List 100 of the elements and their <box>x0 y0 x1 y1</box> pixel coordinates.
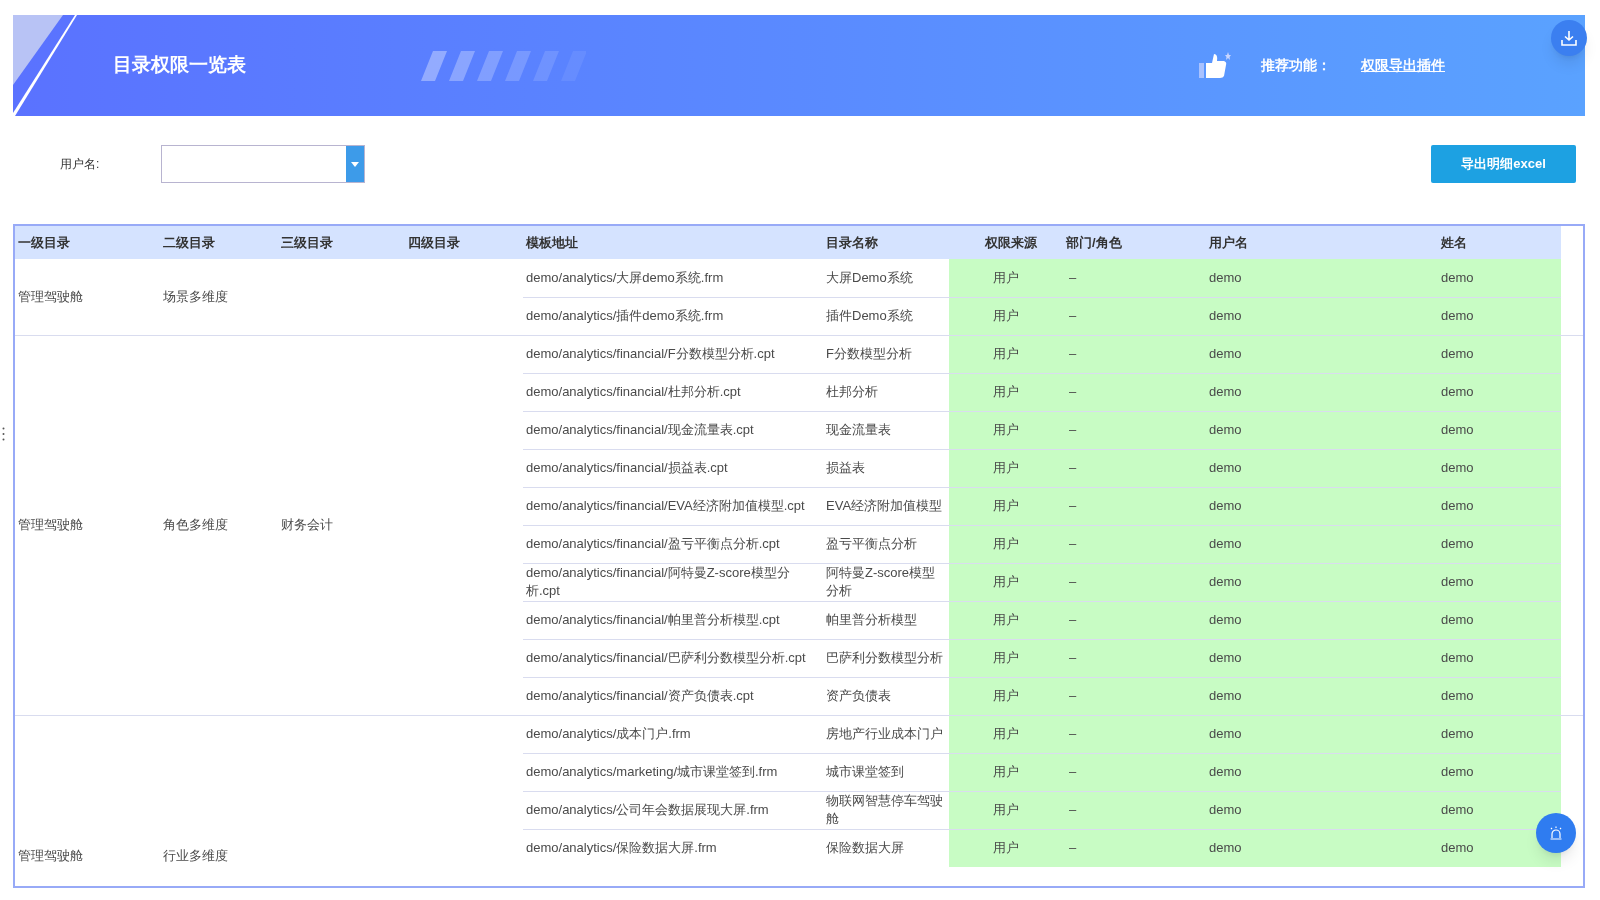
template-path-cell: demo/analytics/financial/盈亏平衡点分析.cpt <box>526 536 780 551</box>
directory-name-cell: 房地产行业成本门户 <box>826 726 943 741</box>
department-cell: – <box>1069 612 1077 627</box>
username-cell: demo <box>1209 422 1242 437</box>
export-button[interactable]: 导出明细excel <box>1431 145 1576 183</box>
username-cell: demo <box>1209 688 1242 703</box>
column-header: 权限来源 <box>949 226 1063 259</box>
column-header: 三级目录 <box>269 226 396 259</box>
username-cell: demo <box>1209 840 1242 856</box>
level1-cell: 管理驾驶舱 <box>18 517 83 532</box>
department-cell: – <box>1069 650 1077 665</box>
full-name-cell: demo <box>1441 269 1474 285</box>
full-name-cell: demo <box>1441 612 1474 627</box>
username-cell: demo <box>1209 384 1242 399</box>
page-title: 目录权限一览表 <box>113 53 246 78</box>
level2-cell: 场景多维度 <box>163 288 228 304</box>
username-cell: demo <box>1209 498 1242 513</box>
full-name-cell: demo <box>1441 498 1474 513</box>
full-name-cell: demo <box>1441 802 1474 817</box>
drag-handle-icon <box>2 427 5 441</box>
department-cell: – <box>1069 346 1077 361</box>
username-select[interactable] <box>161 145 365 183</box>
department-cell: – <box>1069 574 1077 589</box>
directory-name-cell: 损益表 <box>826 460 865 475</box>
download-button[interactable] <box>1551 20 1587 56</box>
level2-cell: 角色多维度 <box>163 517 228 532</box>
full-name-cell: demo <box>1441 346 1474 361</box>
source-cell: 用户 <box>993 422 1019 437</box>
full-name-cell: demo <box>1441 384 1474 399</box>
username-cell: demo <box>1209 460 1242 475</box>
department-cell: – <box>1069 688 1077 703</box>
department-cell: – <box>1069 269 1077 285</box>
username-cell: demo <box>1209 308 1242 323</box>
template-path-cell: demo/analytics/financial/帕里普分析模型.cpt <box>526 612 780 627</box>
corner-decoration-icon <box>13 15 77 116</box>
full-name-cell: demo <box>1441 726 1474 741</box>
department-cell: – <box>1069 384 1077 399</box>
department-cell: – <box>1069 536 1077 551</box>
source-cell: 用户 <box>993 308 1019 323</box>
department-cell: – <box>1069 460 1077 475</box>
directory-name-cell: 帕里普分析模型 <box>826 612 917 627</box>
username-cell: demo <box>1209 802 1242 817</box>
full-name-cell: demo <box>1441 764 1474 779</box>
full-name-cell: demo <box>1441 650 1474 665</box>
source-cell: 用户 <box>993 764 1019 779</box>
template-path-cell: demo/analytics/financial/杜邦分析.cpt <box>526 384 741 399</box>
department-cell: – <box>1069 802 1077 817</box>
template-path-cell: demo/analytics/financial/EVA经济附加值模型.cpt <box>526 498 805 513</box>
username-cell: demo <box>1209 574 1242 589</box>
department-cell: – <box>1069 498 1077 513</box>
source-cell: 用户 <box>993 536 1019 551</box>
caret-icon <box>351 161 359 167</box>
username-cell: demo <box>1209 346 1242 361</box>
column-header: 二级目录 <box>151 226 269 259</box>
level1-cell: 管理驾驶舱 <box>18 848 83 863</box>
alarm-button[interactable] <box>1536 813 1576 853</box>
directory-name-cell: 阿特曼Z-score模型分析 <box>826 565 936 598</box>
directory-name-cell: 资产负债表 <box>826 688 891 703</box>
template-path-cell: demo/analytics/financial/阿特曼Z-score模型分析.cpt <box>526 565 790 598</box>
full-name-cell: demo <box>1441 422 1474 437</box>
column-header: 四级目录 <box>396 226 523 259</box>
template-path-cell: demo/analytics/financial/巴萨利分数模型分析.cpt <box>526 650 806 665</box>
source-cell: 用户 <box>993 612 1019 627</box>
username-cell: demo <box>1209 612 1242 627</box>
template-path-cell: demo/analytics/financial/损益表.cpt <box>526 460 728 475</box>
recommend-label: 推荐功能： <box>1261 56 1331 75</box>
department-cell: – <box>1069 764 1077 779</box>
department-cell: – <box>1069 726 1077 741</box>
directory-name-cell: 物联网智慧停车驾驶舱 <box>826 793 943 826</box>
directory-name-cell: 插件Demo系统 <box>826 308 913 323</box>
download-icon <box>1560 29 1578 47</box>
directory-name-cell: 现金流量表 <box>826 422 891 437</box>
full-name-cell: demo <box>1441 308 1474 323</box>
source-cell: 用户 <box>993 346 1019 361</box>
alarm-icon <box>1548 825 1564 841</box>
column-header: 目录名称 <box>823 226 949 259</box>
directory-name-cell: F分数模型分析 <box>826 346 912 361</box>
source-cell: 用户 <box>993 688 1019 703</box>
source-cell: 用户 <box>993 802 1019 817</box>
template-path-cell: demo/analytics/financial/资产负债表.cpt <box>526 688 754 703</box>
plugin-link[interactable]: 权限导出插件 <box>1361 55 1445 76</box>
username-cell: demo <box>1209 269 1242 285</box>
directory-name-cell: 大屏Demo系统 <box>826 269 913 285</box>
thumbs-up-icon <box>1199 51 1231 80</box>
username-cell: demo <box>1209 536 1242 551</box>
department-cell: – <box>1069 840 1077 856</box>
directory-name-cell: 杜邦分析 <box>826 384 878 399</box>
template-path-cell: demo/analytics/保险数据大屏.frm <box>526 840 717 856</box>
level1-cell: 管理驾驶舱 <box>18 288 83 304</box>
template-path-cell: demo/analytics/financial/现金流量表.cpt <box>526 422 754 437</box>
source-cell: 用户 <box>993 840 1019 856</box>
directory-name-cell: 巴萨利分数模型分析 <box>826 650 943 665</box>
stripes-decoration-icon <box>421 50 586 81</box>
level2-cell: 行业多维度 <box>163 848 228 863</box>
department-cell: – <box>1069 308 1077 323</box>
column-header: 一级目录 <box>15 226 151 259</box>
source-cell: 用户 <box>993 726 1019 741</box>
template-path-cell: demo/analytics/插件demo系统.frm <box>526 308 724 323</box>
directory-name-cell: 城市课堂签到 <box>826 764 904 779</box>
column-header: 部门/角色 <box>1063 226 1206 259</box>
